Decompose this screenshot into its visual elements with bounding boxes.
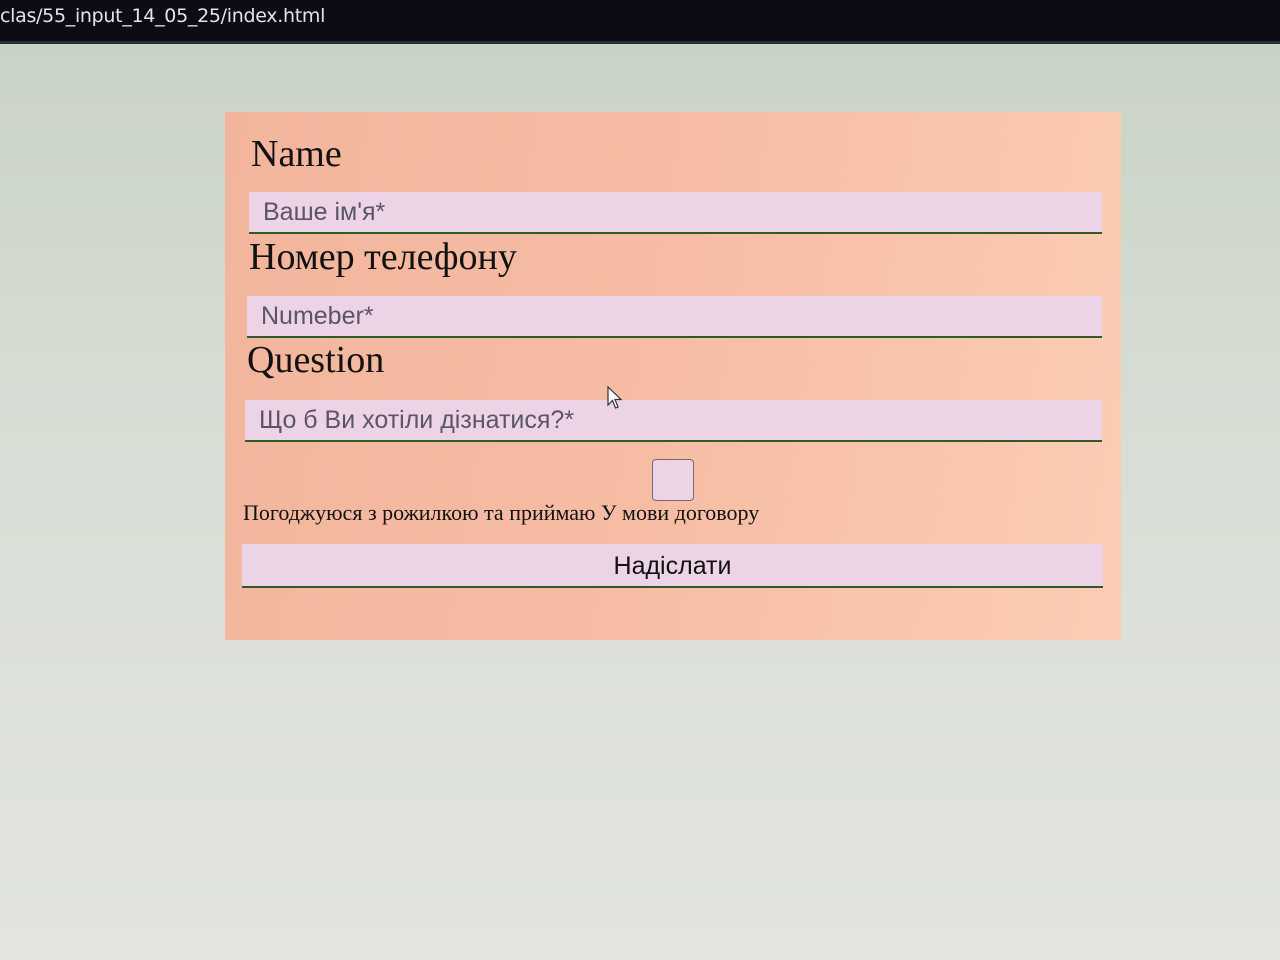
- page-viewport: Name Номер телефону Question Погоджуюся …: [0, 44, 1280, 960]
- phone-input[interactable]: [247, 296, 1102, 338]
- phone-label: Номер телефону: [249, 236, 517, 278]
- mouse-cursor-icon: [607, 386, 623, 409]
- url-text[interactable]: clas/55_input_14_05_25/index.html: [0, 5, 325, 27]
- question-label: Question: [247, 339, 385, 381]
- consent-checkbox[interactable]: [652, 459, 694, 501]
- browser-address-bar[interactable]: clas/55_input_14_05_25/index.html: [0, 0, 1280, 44]
- name-input[interactable]: [249, 192, 1102, 234]
- submit-button[interactable]: Надіслати: [242, 544, 1103, 588]
- question-input[interactable]: [245, 400, 1102, 442]
- name-label: Name: [251, 133, 342, 175]
- contact-form: Name Номер телефону Question Погоджуюся …: [225, 112, 1121, 640]
- consent-label: Погоджуюся з рожилкою та приймаю У мови …: [243, 500, 760, 525]
